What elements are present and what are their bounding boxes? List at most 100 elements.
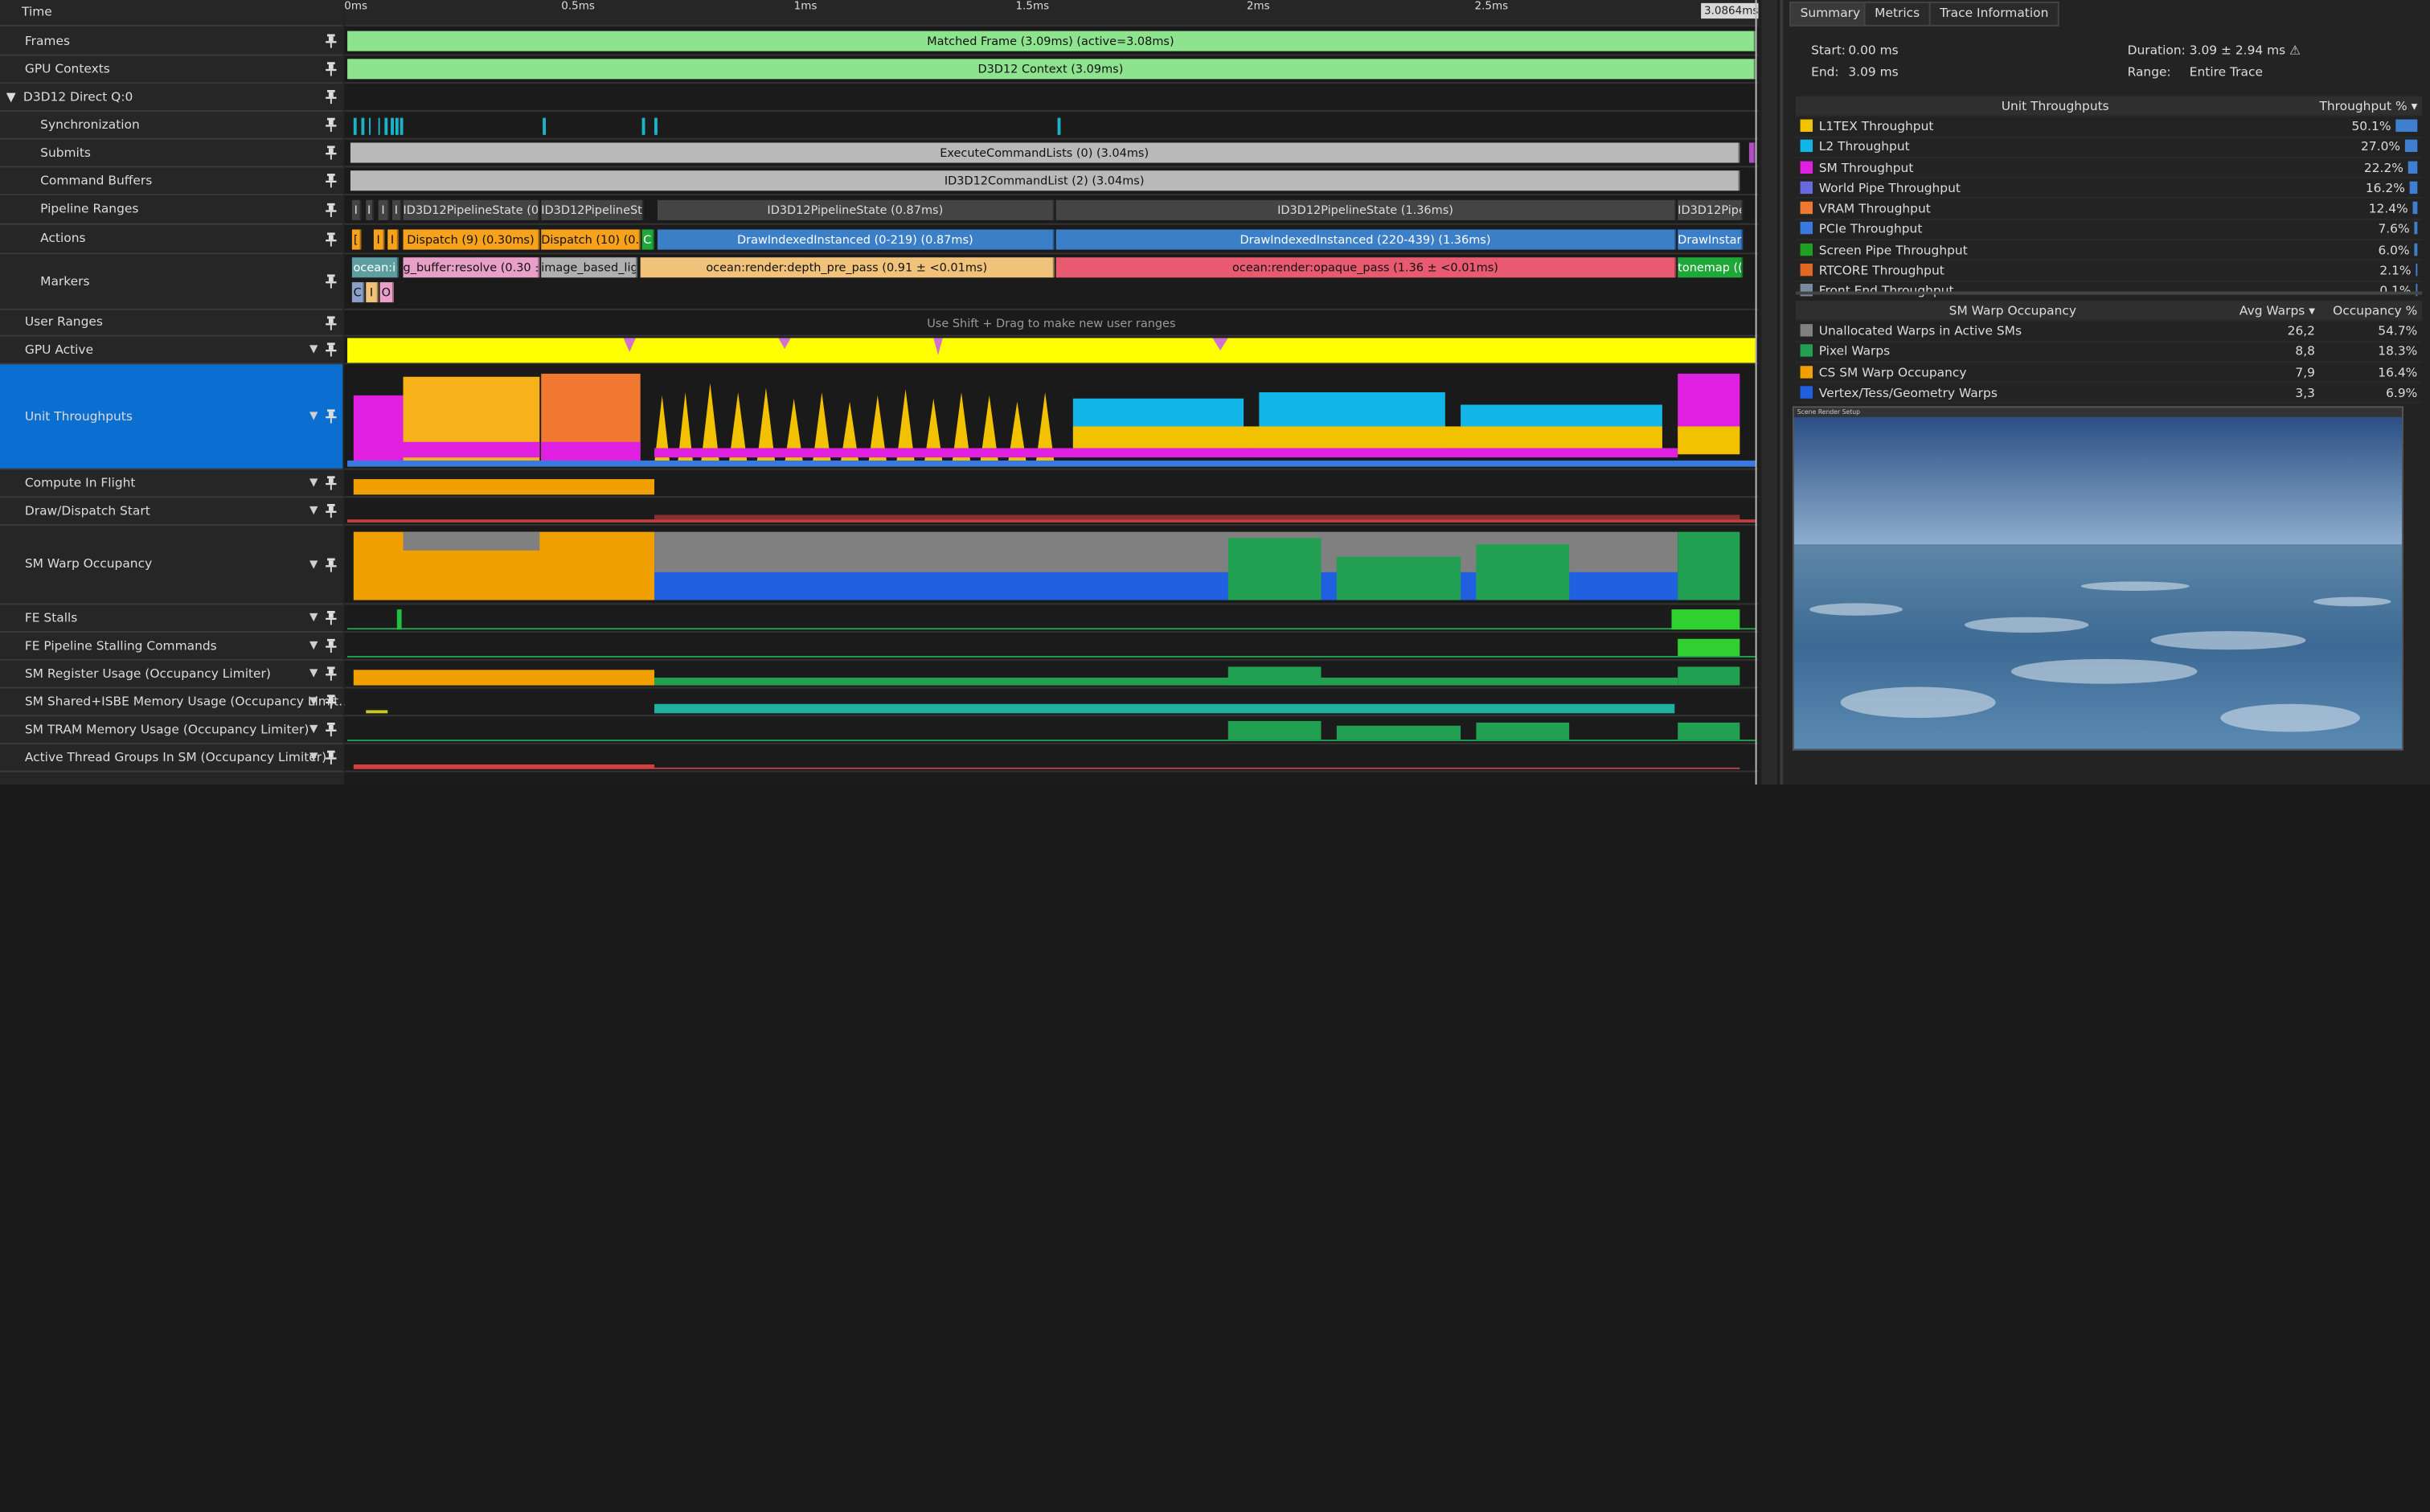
- warp-row[interactable]: Vertex/Tess/Geometry Warps 3,3 6.9%: [1795, 382, 2423, 404]
- row-label-synchronization[interactable]: Synchronization: [0, 112, 343, 140]
- pin-icon[interactable]: [326, 722, 337, 737]
- pin-icon[interactable]: [326, 503, 337, 518]
- row-label-frames[interactable]: Frames: [0, 28, 343, 56]
- chevron-down-icon[interactable]: ▼: [309, 477, 318, 489]
- throughput-row[interactable]: SM Throughput 22.2%: [1795, 157, 2423, 179]
- cmdbuf-bar[interactable]: ID3D12CommandList (2) (3.04ms): [350, 170, 1740, 191]
- pipeline-bar[interactable]: ID3D12Pipe: [1678, 199, 1744, 220]
- row-label-fe-pipeline-stalling-commands[interactable]: FE Pipeline Stalling Commands ▼: [0, 633, 343, 661]
- pipeline-bar[interactable]: I: [392, 199, 402, 220]
- marker-bar[interactable]: image_based_ligh: [541, 257, 637, 278]
- row-label-fe-stalls[interactable]: FE Stalls ▼: [0, 604, 343, 633]
- marker-bar[interactable]: g_buffer:resolve (0.30 ± 0: [403, 257, 540, 278]
- action-bar[interactable]: Dispatch (9) (0.30ms): [403, 229, 540, 250]
- warp-row[interactable]: Unallocated Warps in Active SMs 26,2 54.7%: [1795, 320, 2423, 342]
- warp-col-avg[interactable]: Avg Warps ▾: [2229, 301, 2320, 322]
- frame-preview[interactable]: Scene Render Setup: [1792, 406, 2403, 751]
- collapse-triangle-icon[interactable]: ▼: [6, 90, 16, 103]
- pin-icon[interactable]: [326, 557, 337, 572]
- row-label-user-ranges[interactable]: User Ranges: [0, 310, 343, 337]
- throughput-row[interactable]: L2 Throughput 27.0%: [1795, 136, 2423, 158]
- marker-bar[interactable]: ocean:i: [351, 257, 399, 278]
- warp-row[interactable]: CS SM Warp Occupancy 7,9 16.4%: [1795, 362, 2423, 383]
- throughput-col-name[interactable]: Unit Throughputs: [1795, 96, 2315, 117]
- warp-row[interactable]: Pixel Warps 8,8 18.3%: [1795, 341, 2423, 363]
- action-bar[interactable]: DrawIndexedInstanced (0-219) (0.87ms): [657, 229, 1055, 250]
- throughput-row[interactable]: World Pipe Throughput 16.2%: [1795, 178, 2423, 199]
- tab-trace-information[interactable]: Trace Information: [1928, 1, 2059, 27]
- pin-icon[interactable]: [326, 274, 337, 289]
- context-bar[interactable]: D3D12 Context (3.09ms): [347, 59, 1756, 80]
- pin-icon[interactable]: [326, 611, 337, 625]
- frame-bar[interactable]: Matched Frame (3.09ms) (active=3.08ms): [347, 31, 1756, 51]
- marker-small[interactable]: O: [379, 282, 394, 303]
- chevron-down-icon[interactable]: ▼: [309, 505, 318, 517]
- pin-icon[interactable]: [326, 174, 337, 188]
- pin-icon[interactable]: [326, 476, 337, 490]
- marker-bar[interactable]: ocean:render:opaque_pass (1.36 ± <0.01ms…: [1055, 257, 1677, 278]
- row-label-draw-dispatch-start[interactable]: Draw/Dispatch Start ▼: [0, 498, 343, 526]
- row-label-markers[interactable]: Markers: [0, 254, 343, 310]
- pin-icon[interactable]: [326, 34, 337, 48]
- pipeline-bar[interactable]: ID3D12PipelineState (0.87ms): [657, 199, 1055, 220]
- row-label-active-thread-groups-in-sm-occupancy-limiter[interactable]: Active Thread Groups In SM (Occupancy Li…: [0, 744, 343, 772]
- row-label-gpu-contexts[interactable]: GPU Contexts: [0, 55, 343, 84]
- pipeline-bar[interactable]: I: [351, 199, 362, 220]
- timeline-tracks[interactable]: 0ms 0.5ms 1ms 1.5ms 2ms 2.5ms 3.0864ms M…: [344, 0, 1759, 785]
- row-label-submits[interactable]: Submits: [0, 140, 343, 168]
- marker-bar[interactable]: ocean:render:depth_pre_pass (0.91 ± <0.0…: [640, 257, 1055, 278]
- chevron-down-icon[interactable]: ▼: [309, 723, 318, 736]
- warp-col-occ[interactable]: Occupancy %: [2319, 301, 2423, 322]
- action-bar[interactable]: I: [373, 229, 385, 250]
- action-bar[interactable]: [: [351, 229, 362, 250]
- pin-icon[interactable]: [326, 666, 337, 681]
- pin-icon[interactable]: [326, 342, 337, 357]
- pipeline-bar[interactable]: I: [378, 199, 390, 220]
- tab-summary[interactable]: Summary: [1789, 1, 1871, 27]
- chevron-down-icon[interactable]: ▼: [309, 343, 318, 355]
- warp-col-name[interactable]: SM Warp Occupancy: [1795, 301, 2230, 322]
- chevron-down-icon[interactable]: ▼: [309, 752, 318, 764]
- action-bar[interactable]: C: [641, 229, 655, 250]
- pin-icon[interactable]: [326, 315, 337, 330]
- end-cursor[interactable]: [1755, 0, 1757, 785]
- time-ruler[interactable]: 0ms 0.5ms 1ms 1.5ms 2ms 2.5ms 3.0864ms: [344, 0, 1759, 27]
- pin-icon[interactable]: [326, 638, 337, 654]
- pin-icon[interactable]: [326, 202, 337, 217]
- pin-icon[interactable]: [326, 117, 337, 132]
- throughput-row[interactable]: L1TEX Throughput 50.1%: [1795, 116, 2423, 137]
- pipeline-bar[interactable]: ID3D12PipelineState (0.3: [403, 199, 540, 220]
- action-bar[interactable]: I: [387, 229, 399, 250]
- throughput-row[interactable]: Screen Pipe Throughput 6.0%: [1795, 240, 2423, 261]
- throughput-col-value[interactable]: Throughput % ▾: [2314, 96, 2423, 117]
- pin-icon[interactable]: [326, 232, 337, 246]
- chevron-down-icon[interactable]: ▼: [309, 695, 318, 707]
- row-label-sm-register-usage-occupancy-limiter[interactable]: SM Register Usage (Occupancy Limiter) ▼: [0, 661, 343, 689]
- throughput-row[interactable]: VRAM Throughput 12.4%: [1795, 198, 2423, 220]
- row-label-compute-in-flight[interactable]: Compute In Flight ▼: [0, 469, 343, 498]
- action-bar[interactable]: DrawInstar: [1678, 229, 1744, 250]
- action-bar[interactable]: Dispatch (10) (0.3: [541, 229, 641, 250]
- row-label-actions[interactable]: Actions: [0, 225, 343, 255]
- preview-menu[interactable]: Scene Render Setup: [1793, 408, 2403, 417]
- chevron-down-icon[interactable]: ▼: [309, 558, 318, 570]
- chevron-down-icon[interactable]: ▼: [309, 640, 318, 652]
- pin-icon[interactable]: [326, 89, 337, 104]
- action-bar[interactable]: DrawIndexedInstanced (220-439) (1.36ms): [1055, 229, 1677, 250]
- throughput-row[interactable]: PCIe Throughput 7.6%: [1795, 219, 2423, 241]
- pin-icon[interactable]: [326, 695, 337, 709]
- pin-icon[interactable]: [326, 62, 337, 76]
- row-label-d3d12-direct-q-0[interactable]: ▼ D3D12 Direct Q:0: [0, 84, 343, 112]
- row-label-time[interactable]: Time: [0, 0, 343, 27]
- row-label-sm-shared-isbe-memory-usage-occupancy-limit[interactable]: SM Shared+ISBE Memory Usage (Occupancy L…: [0, 688, 351, 717]
- row-label-unit-throughputs[interactable]: Unit Throughputs ▼: [0, 364, 343, 470]
- marker-small[interactable]: I: [366, 282, 379, 303]
- track-user-ranges[interactable]: Use Shift + Drag to make new user ranges: [344, 310, 1759, 337]
- chevron-down-icon[interactable]: ▼: [309, 612, 318, 624]
- splitter[interactable]: [1795, 291, 2423, 295]
- marker-bar[interactable]: tonemap ((: [1678, 257, 1744, 278]
- pipeline-bar[interactable]: ID3D12PipelineState (1.36ms): [1055, 199, 1677, 220]
- pipeline-bar[interactable]: ID3D12PipelineSt: [541, 199, 644, 220]
- pin-icon[interactable]: [326, 409, 337, 424]
- chevron-down-icon[interactable]: ▼: [309, 410, 318, 422]
